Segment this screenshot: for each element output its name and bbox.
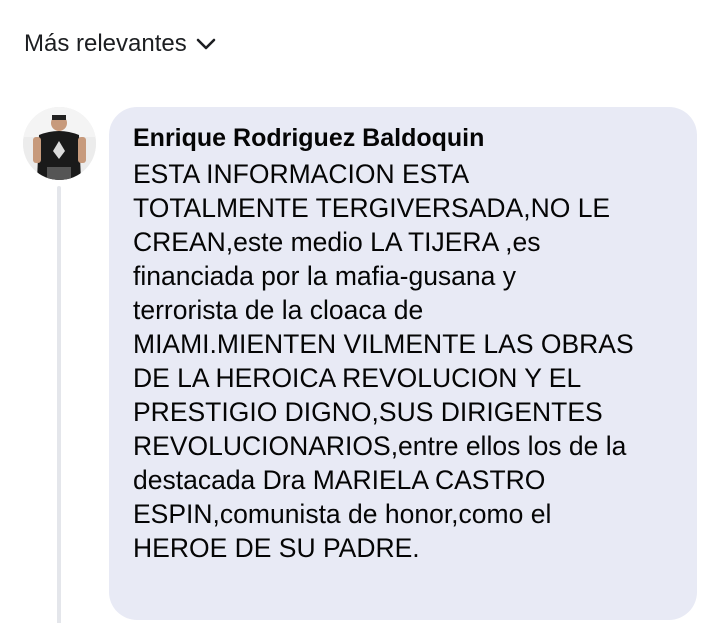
chevron-down-icon — [195, 36, 217, 52]
comment-line: HEROE DE SU PADRE. — [133, 533, 420, 563]
comment-line: terrorista de la cloaca de — [133, 295, 424, 325]
comment-text: ESTA INFORMACION ESTA TOTALMENTE TERGIVE… — [133, 157, 677, 565]
comment-line: ESPIN,comunista de honor,como el — [133, 499, 552, 529]
comment-line: DE LA HEROICA REVOLUCION Y EL — [133, 363, 582, 393]
comment-author[interactable]: Enrique Rodriguez Baldoquin — [133, 123, 677, 153]
comment-line: TOTALMENTE TERGIVERSADA,NO LE — [133, 193, 611, 223]
sort-dropdown[interactable]: Más relevantes — [24, 28, 217, 60]
comment-line: destacada Dra MARIELA CASTRO — [133, 465, 546, 495]
avatar[interactable] — [23, 107, 96, 180]
comment-line: REVOLUCIONARIOS,entre ellos los de la — [133, 431, 627, 461]
reply-thread-line — [57, 186, 61, 623]
comment-line: ESTA INFORMACION ESTA — [133, 159, 470, 189]
comment-bubble: Enrique Rodriguez Baldoquin ESTA INFORMA… — [109, 107, 697, 620]
comments-page: Más relevantes Enrique Rodriguez Baldoqu… — [0, 0, 720, 623]
comment-line: PRESTIGIO DIGNO,SUS DIRIGENTES — [133, 397, 603, 427]
comment-line: MIAMI.MIENTEN VILMENTE LAS OBRAS — [133, 329, 634, 359]
comment-line: CREAN,este medio LA TIJERA ,es — [133, 227, 541, 257]
sort-label: Más relevantes — [24, 30, 187, 57]
comment-line: financiada por la mafia-gusana y — [133, 261, 517, 291]
